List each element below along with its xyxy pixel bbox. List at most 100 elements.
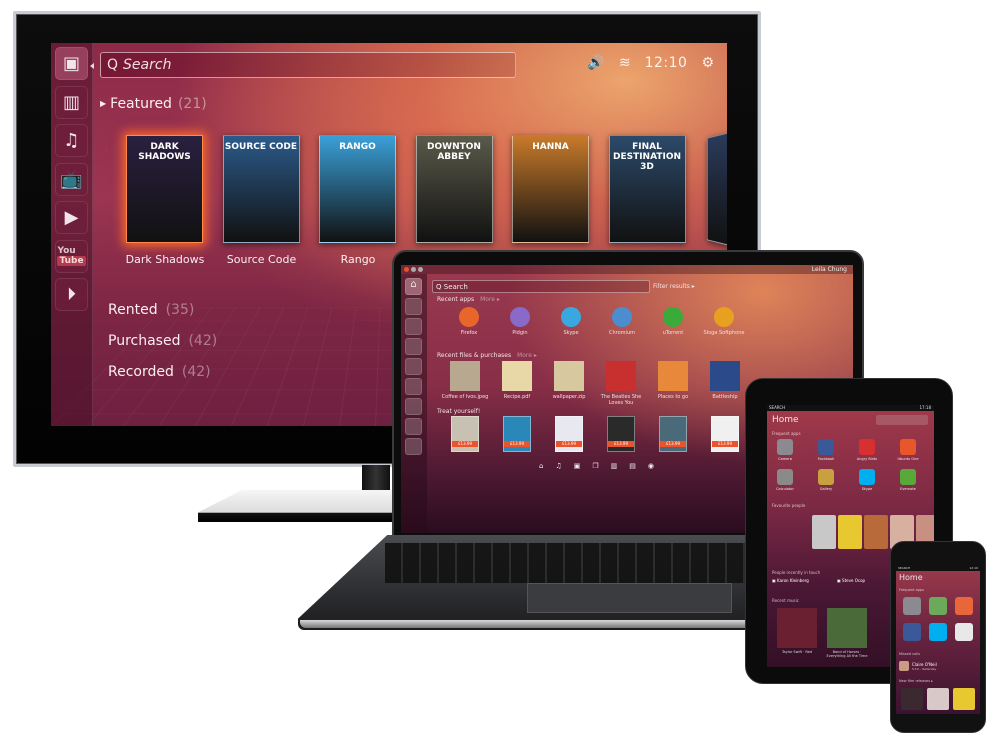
film-cover[interactable] (927, 688, 949, 710)
launcher-music[interactable]: ♫ (55, 124, 88, 157)
launcher-play[interactable]: ▶ (55, 201, 88, 234)
shop-item[interactable]: £13.99 (451, 416, 479, 452)
category-rented[interactable]: Rented (35) (108, 302, 217, 318)
movie-cover[interactable]: HANNA (512, 135, 589, 243)
search-icon: Q (436, 282, 444, 291)
launcher-app-icon[interactable] (405, 318, 422, 335)
laptop-search-box[interactable]: Q Search (432, 280, 650, 293)
window-controls[interactable] (404, 267, 423, 272)
shop-item[interactable]: £13.99 (555, 416, 583, 452)
tv-search-input[interactable] (123, 57, 504, 73)
tablet-search-box[interactable] (876, 415, 928, 425)
recent-file[interactable]: wallpaper.zip (541, 361, 597, 400)
app-chromium[interactable]: Chromium (597, 307, 647, 336)
launcher-app-icon[interactable] (405, 358, 422, 375)
contact-item[interactable]: ▣ Steve Ocop (837, 578, 865, 583)
album-cover[interactable] (777, 608, 817, 648)
shop-item[interactable]: £13.99 (659, 416, 687, 452)
person-card[interactable] (864, 515, 888, 549)
music-lens-icon[interactable]: ♫ (555, 462, 561, 470)
person-card[interactable] (812, 515, 836, 549)
recent-file[interactable]: Places to go (645, 361, 701, 400)
launcher-app-icon[interactable] (405, 438, 422, 455)
featured-header[interactable]: ▶ Featured (21) (100, 96, 207, 112)
phone-new-films-title[interactable]: New film releases ▸ (899, 679, 933, 683)
app-firefox[interactable]: Firefox (444, 307, 494, 336)
photo-lens-icon[interactable]: ❐ (592, 462, 598, 470)
recent-files-more[interactable]: More ▸ (517, 352, 537, 359)
tablet-app-facebook[interactable]: Facebook (811, 439, 841, 461)
apps-lens-icon[interactable]: ▥ (611, 462, 618, 470)
contact-item[interactable]: ▣ Karon Kleinberg (772, 578, 809, 583)
phone-app-phone[interactable] (955, 597, 973, 615)
home-icon[interactable]: ⌂ (405, 278, 422, 295)
wifi-icon[interactable]: ≋ (619, 55, 631, 71)
filter-results-button[interactable]: Filter results ▸ (653, 283, 695, 290)
maximize-dot[interactable] (418, 267, 423, 272)
tablet-app-skype[interactable]: Skype (852, 469, 882, 491)
launcher-app-icon[interactable] (405, 418, 422, 435)
close-dot[interactable] (404, 267, 409, 272)
tablet-app-calculator[interactable]: Calculator (770, 469, 800, 491)
movie-cover[interactable]: RANGO (319, 135, 396, 243)
tv-search-box[interactable]: Q (100, 52, 516, 78)
movie-cover[interactable]: DOWNTON ABBEY (415, 135, 493, 243)
launcher-video-lens[interactable]: ▣ (55, 47, 88, 80)
settings-icon[interactable]: ⚙ (701, 55, 714, 71)
movie-cover[interactable] (706, 131, 727, 247)
tablet-app-ubuntu-one[interactable]: Ubuntu One (893, 439, 923, 461)
recent-file[interactable]: The Beatles She Loves You (593, 361, 649, 406)
launcher-youtube[interactable]: You Tube (55, 239, 88, 273)
missed-call-item[interactable]: Claire O'Neil 5:10 - Yesterday (899, 661, 937, 671)
app-skype[interactable]: Skype (546, 307, 596, 336)
launcher-app-icon[interactable] (405, 338, 422, 355)
category-recorded[interactable]: Recorded (42) (108, 364, 217, 380)
tablet-app-evernote[interactable]: Evernote (893, 469, 923, 491)
files-lens-icon[interactable]: ▤ (629, 462, 636, 470)
phone-home-title: Home (899, 573, 923, 582)
tablet-app-camera[interactable]: Camera (770, 439, 800, 461)
launcher-tv[interactable]: 📺 (55, 162, 88, 196)
clock[interactable]: 12:10 (645, 55, 688, 71)
phone-status-bar: SEARCH 12:10 (896, 566, 980, 571)
shop-item[interactable]: £13.99 (711, 416, 739, 452)
movie-title[interactable]: Source Code (212, 253, 312, 266)
app-utorrent[interactable]: uTorrent (648, 307, 698, 336)
tablet-app-gallery[interactable]: Gallery (811, 469, 841, 491)
recent-apps-more[interactable]: More ▸ (480, 296, 500, 303)
tablet-app-angry-birds[interactable]: Angry Birds (852, 439, 882, 461)
recent-file[interactable]: Recipe.pdf (489, 361, 545, 400)
launcher-library[interactable]: ▥ (55, 85, 88, 119)
volume-icon[interactable]: 🔊 (587, 55, 604, 71)
phone-app-gmail[interactable] (955, 623, 973, 641)
movie-cover[interactable]: FINAL DESTINATION 3D (608, 135, 686, 243)
movie-cover[interactable]: SOURCE CODE (222, 135, 300, 243)
social-lens-icon[interactable]: ◉ (648, 462, 654, 470)
launcher-app-icon[interactable] (405, 298, 422, 315)
launcher-app-icon[interactable] (405, 398, 422, 415)
video-lens-icon[interactable]: ▣ (574, 462, 581, 470)
film-cover[interactable] (953, 688, 975, 710)
film-cover[interactable] (901, 688, 923, 710)
home-lens-icon[interactable]: ⌂ (539, 462, 543, 470)
launcher-media-player[interactable]: ⏵ (55, 278, 88, 311)
phone-app-facebook[interactable] (903, 623, 921, 641)
user-name[interactable]: Leila Chung (812, 266, 847, 273)
phone-app-camera[interactable] (903, 597, 921, 615)
minimize-dot[interactable] (411, 267, 416, 272)
movie-cover-title: SOURCE CODE (224, 142, 298, 152)
app-pidgin[interactable]: Pidgin (495, 307, 545, 336)
person-card[interactable] (838, 515, 862, 549)
shop-item[interactable]: £13.99 (503, 416, 531, 452)
category-purchased[interactable]: Purchased (42) (108, 333, 217, 349)
album-cover[interactable] (827, 608, 867, 648)
phone-app-skype[interactable] (929, 623, 947, 641)
movie-title[interactable]: Dark Shadows (115, 253, 215, 266)
shop-item[interactable]: £13.99 (607, 416, 635, 452)
launcher-app-icon[interactable] (405, 378, 422, 395)
recent-file[interactable]: Coffee of Ivos.jpeg (437, 361, 493, 400)
movie-cover[interactable]: DARK SHADOWS (126, 135, 203, 243)
phone-app-maps[interactable] (929, 597, 947, 615)
recent-apps-heading: Recent apps More ▸ (437, 296, 500, 303)
app-sloga-softphone[interactable]: Sloga Softphone (699, 307, 749, 336)
